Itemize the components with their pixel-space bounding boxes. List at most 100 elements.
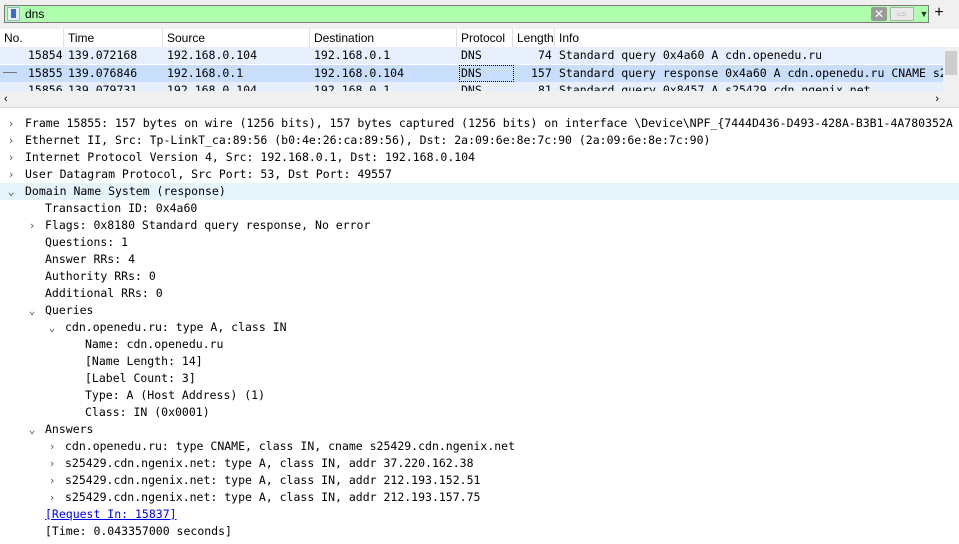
tree-item-ipv4[interactable]: › Internet Protocol Version 4, Src: 192.… <box>0 149 959 166</box>
packet-list-horizontal-scrollbar[interactable]: ‹ › <box>0 91 943 107</box>
scroll-right-icon[interactable]: › <box>935 91 939 107</box>
tree-item-query-name[interactable]: Name: cdn.openedu.ru <box>0 336 959 353</box>
tree-item-frame[interactable]: › Frame 15855: 157 bytes on wire (1256 b… <box>0 115 959 132</box>
tree-item-label: Name: cdn.openedu.ru <box>85 337 224 351</box>
column-header-info[interactable]: Info <box>555 29 943 47</box>
tree-item-label: [Time: 0.043357000 seconds] <box>45 524 232 538</box>
packet-destination: 192.168.0.104 <box>314 66 405 80</box>
column-header-source[interactable]: Source <box>163 29 310 47</box>
tree-item-label: Ethernet II, Src: Tp-LinkT_ca:89:56 (b0:… <box>25 133 711 147</box>
request-in-link[interactable]: [Request In: 15837] <box>45 506 177 523</box>
tree-item-flags[interactable]: › Flags: 0x8180 Standard query response,… <box>0 217 959 234</box>
display-filter-input[interactable]: dns ✕ ⇨ ▼ <box>4 5 929 23</box>
collapse-arrow-icon[interactable]: ⌄ <box>27 302 37 319</box>
tree-item-label: Authority RRs: 0 <box>45 269 156 283</box>
tree-item-label: Domain Name System (response) <box>25 184 226 198</box>
packet-length: 74 <box>538 48 552 62</box>
collapse-arrow-icon[interactable]: ⌄ <box>6 183 16 200</box>
packet-time: 139.079731 <box>68 83 138 91</box>
tree-item-label: Answers <box>45 422 94 436</box>
expand-arrow-icon[interactable]: › <box>6 115 16 132</box>
expand-arrow-icon[interactable]: › <box>6 132 16 149</box>
expand-arrow-icon[interactable]: › <box>47 489 57 506</box>
tree-item-label: cdn.openedu.ru: type CNAME, class IN, cn… <box>65 439 516 453</box>
tree-item-query-type[interactable]: Type: A (Host Address) (1) <box>0 387 959 404</box>
packet-no: 15855 <box>28 66 63 80</box>
packet-time: 139.072168 <box>68 48 138 62</box>
packet-info: Standard query 0x4a60 A cdn.openedu.ru <box>559 48 823 62</box>
tree-item-answer[interactable]: › s25429.cdn.ngenix.net: type A, class I… <box>0 455 959 472</box>
column-header-protocol[interactable]: Protocol <box>457 29 513 47</box>
tree-item-label: Transaction ID: 0x4a60 <box>45 201 198 215</box>
scrollbar-thumb[interactable] <box>945 51 957 75</box>
tree-item-label: s25429.cdn.ngenix.net: type A, class IN,… <box>65 473 481 487</box>
tree-item-authority-rrs[interactable]: Authority RRs: 0 <box>0 268 959 285</box>
tree-item-answer[interactable]: › cdn.openedu.ru: type CNAME, class IN, … <box>0 438 959 455</box>
packet-info: Standard query 0x8457 A s25429.cdn.ngeni… <box>559 83 871 91</box>
expand-arrow-icon[interactable]: › <box>27 217 37 234</box>
related-packet-icon <box>3 72 17 73</box>
tree-item-label: Internet Protocol Version 4, Src: 192.16… <box>25 150 476 164</box>
filter-text[interactable]: dns <box>25 7 44 21</box>
packet-protocol: DNS <box>461 48 482 62</box>
tree-item-udp[interactable]: › User Datagram Protocol, Src Port: 53, … <box>0 166 959 183</box>
tree-item-label: Type: A (Host Address) (1) <box>85 388 266 402</box>
tree-item-label: [Label Count: 3] <box>85 371 196 385</box>
tree-item-label: Frame 15855: 157 bytes on wire (1256 bit… <box>25 116 953 130</box>
column-header-time[interactable]: Time <box>64 29 163 47</box>
column-header-no[interactable]: No. <box>0 29 64 47</box>
packet-source: 192.168.0.104 <box>167 48 258 62</box>
packet-destination: 192.168.0.1 <box>314 48 391 62</box>
expand-arrow-icon[interactable]: › <box>47 438 57 455</box>
tree-item-answers[interactable]: ⌄ Answers <box>0 421 959 438</box>
display-filter-toolbar: dns ✕ ⇨ ▼ + <box>0 0 959 29</box>
packet-length: 157 <box>531 66 552 80</box>
tree-item-time[interactable]: [Time: 0.043357000 seconds] <box>0 523 959 540</box>
packet-row-selected[interactable]: 15855 139.076846 192.168.0.1 192.168.0.1… <box>0 65 959 82</box>
packet-no: 15856 <box>28 83 63 91</box>
filter-bookmark-icon[interactable] <box>7 7 20 21</box>
tree-item-answer[interactable]: › s25429.cdn.ngenix.net: type A, class I… <box>0 472 959 489</box>
packet-details-tree: › Frame 15855: 157 bytes on wire (1256 b… <box>0 115 959 544</box>
add-filter-button-icon[interactable]: + <box>931 4 947 22</box>
tree-item-label: s25429.cdn.ngenix.net: type A, class IN,… <box>65 490 481 504</box>
tree-item-query[interactable]: ⌄ cdn.openedu.ru: type A, class IN <box>0 319 959 336</box>
tree-item-label: cdn.openedu.ru: type A, class IN <box>65 320 287 334</box>
filter-history-dropdown-icon[interactable]: ▼ <box>918 7 930 21</box>
collapse-arrow-icon[interactable]: ⌄ <box>47 319 57 336</box>
packet-row[interactable]: 15856 139.079731 192.168.0.104 192.168.0… <box>0 82 959 91</box>
tree-item-label: User Datagram Protocol, Src Port: 53, Ds… <box>25 167 392 181</box>
packet-time: 139.076846 <box>68 66 138 80</box>
tree-item-label: Queries <box>45 303 94 317</box>
tree-item-request-in[interactable]: [Request In: 15837] <box>0 506 959 523</box>
column-header-destination[interactable]: Destination <box>310 29 457 47</box>
packet-list-header: No. Time Source Destination Protocol Len… <box>0 29 959 48</box>
tree-item-label: Flags: 0x8180 Standard query response, N… <box>45 218 371 232</box>
tree-item-answer[interactable]: › s25429.cdn.ngenix.net: type A, class I… <box>0 489 959 506</box>
packet-list-vertical-scrollbar[interactable] <box>943 47 959 91</box>
tree-item-queries[interactable]: ⌄ Queries <box>0 302 959 319</box>
tree-item-answer-rrs[interactable]: Answer RRs: 4 <box>0 251 959 268</box>
tree-item-additional-rrs[interactable]: Additional RRs: 0 <box>0 285 959 302</box>
column-header-length[interactable]: Length <box>513 29 555 47</box>
expand-arrow-icon[interactable]: › <box>6 166 16 183</box>
tree-item-label-count[interactable]: [Label Count: 3] <box>0 370 959 387</box>
tree-item-label: Additional RRs: 0 <box>45 286 163 300</box>
clear-filter-icon[interactable]: ✕ <box>871 7 887 21</box>
expand-arrow-icon[interactable]: › <box>6 149 16 166</box>
tree-item-name-length[interactable]: [Name Length: 14] <box>0 353 959 370</box>
collapse-arrow-icon[interactable]: ⌄ <box>27 421 37 438</box>
packet-no: 15854 <box>28 48 63 62</box>
tree-item-ethernet[interactable]: › Ethernet II, Src: Tp-LinkT_ca:89:56 (b… <box>0 132 959 149</box>
apply-filter-arrow-icon[interactable]: ⇨ <box>890 7 914 21</box>
tree-item-transaction-id[interactable]: Transaction ID: 0x4a60 <box>0 200 959 217</box>
expand-arrow-icon[interactable]: › <box>47 472 57 489</box>
tree-item-dns[interactable]: ⌄ Domain Name System (response) <box>0 183 959 200</box>
tree-item-questions[interactable]: Questions: 1 <box>0 234 959 251</box>
packet-protocol: DNS <box>459 65 514 82</box>
expand-arrow-icon[interactable]: › <box>47 455 57 472</box>
packet-row[interactable]: 15854 139.072168 192.168.0.104 192.168.0… <box>0 47 959 64</box>
scroll-left-icon[interactable]: ‹ <box>4 91 8 107</box>
packet-source: 192.168.0.1 <box>167 66 244 80</box>
tree-item-query-class[interactable]: Class: IN (0x0001) <box>0 404 959 421</box>
